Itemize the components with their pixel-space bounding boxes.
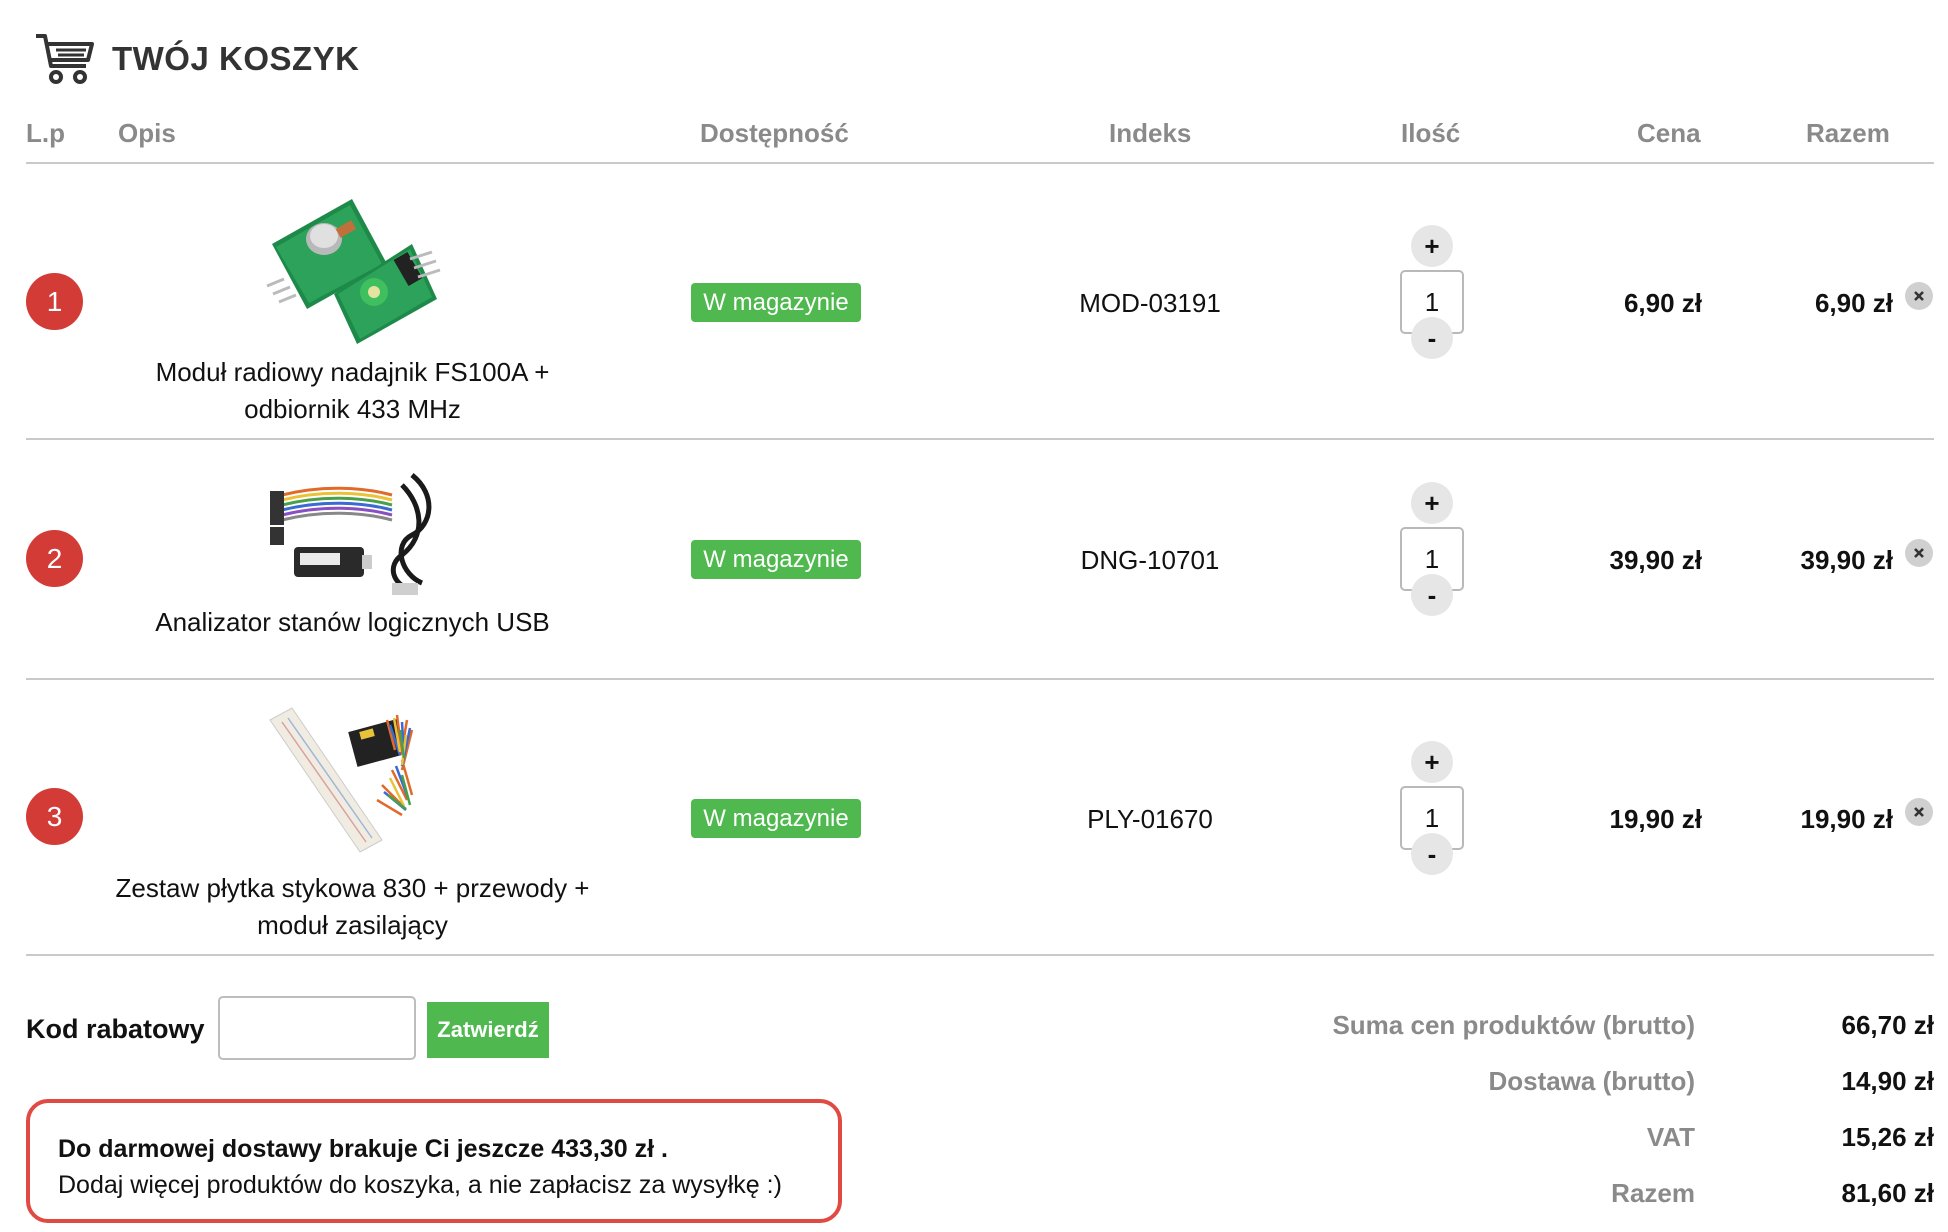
row-number-badge: 3 — [26, 788, 83, 845]
line-total: 39,90 zł — [1800, 545, 1893, 575]
column-header-opis: Opis — [118, 118, 176, 148]
qty-decrease-button[interactable]: - — [1411, 833, 1453, 875]
product-image-radio-module[interactable] — [262, 184, 442, 354]
stock-status-badge: W magazynie — [691, 283, 861, 322]
qty-increase-button[interactable]: + — [1411, 225, 1453, 267]
free-shipping-remaining-text: Do darmowej dostawy brakuje Ci jeszcze 4… — [58, 1135, 668, 1163]
row-number-badge: 1 — [26, 273, 83, 330]
remove-item-button[interactable] — [1905, 282, 1933, 310]
free-shipping-hint-text: Dodaj więcej produktów do koszyka, a nie… — [58, 1171, 782, 1199]
column-header-lp: L.p — [26, 118, 65, 148]
close-icon — [1914, 291, 1924, 301]
remove-item-button[interactable] — [1905, 539, 1933, 567]
product-sku: DNG-10701 — [1080, 545, 1220, 575]
row-number-badge: 2 — [26, 530, 83, 587]
qty-increase-button[interactable]: + — [1411, 482, 1453, 524]
qty-increase-button[interactable]: + — [1411, 741, 1453, 783]
summary-value-products: 66,70 zł — [1841, 1010, 1934, 1040]
summary-value-vat: 15,26 zł — [1841, 1122, 1934, 1152]
close-icon — [1914, 548, 1924, 558]
close-icon — [1914, 807, 1924, 817]
cart-row: 2 Analizator stanów logicznych USB W mag… — [0, 440, 1948, 678]
product-image-breadboard-kit[interactable] — [262, 700, 442, 860]
summary-label-products: Suma cen produktów (brutto) — [1332, 1010, 1695, 1040]
product-name-link[interactable]: Zestaw płytka stykowa 830 + przewody + m… — [100, 870, 605, 944]
product-sku: PLY-01670 — [1087, 804, 1213, 834]
cart-header: TWÓJ KOSZYK — [34, 30, 360, 88]
qty-decrease-button[interactable]: - — [1411, 574, 1453, 616]
column-header-cena: Cena — [1637, 118, 1701, 148]
line-total: 19,90 zł — [1800, 804, 1893, 834]
product-sku: MOD-03191 — [1079, 288, 1221, 318]
product-name-link[interactable]: Analizator stanów logicznych USB — [100, 604, 605, 641]
summary-value-total: 81,60 zł — [1841, 1178, 1934, 1208]
column-header-dostepnosc: Dostępność — [700, 118, 849, 148]
apply-coupon-button[interactable]: Zatwierdź — [427, 1002, 549, 1058]
stock-status-badge: W magazynie — [691, 799, 861, 838]
stock-status-badge: W magazynie — [691, 540, 861, 579]
column-header-razem: Razem — [1806, 118, 1890, 148]
unit-price: 39,90 zł — [1609, 545, 1702, 575]
line-total: 6,90 zł — [1814, 288, 1893, 318]
column-header-ilosc: Ilość — [1401, 118, 1461, 148]
column-header-indeks: Indeks — [1109, 118, 1192, 148]
page-title: TWÓJ KOSZYK — [112, 40, 360, 77]
coupon-code-input[interactable] — [218, 996, 416, 1060]
summary-label-total: Razem — [1611, 1178, 1695, 1208]
product-image-logic-analyzer[interactable] — [262, 465, 442, 605]
coupon-label: Kod rabatowy — [26, 1014, 205, 1044]
product-name-link[interactable]: Moduł radiowy nadajnik FS100A + odbiorni… — [100, 354, 605, 428]
free-shipping-notice: Do darmowej dostawy brakuje Ci jeszcze 4… — [26, 1099, 842, 1223]
divider — [26, 954, 1934, 956]
unit-price: 6,90 zł — [1623, 288, 1702, 318]
remove-item-button[interactable] — [1905, 798, 1933, 826]
cart-icon — [36, 34, 94, 84]
cart-row: 3 Zestaw płytka stykowa 830 + przewody +… — [0, 680, 1948, 954]
summary-label-shipping: Dostawa (brutto) — [1488, 1066, 1695, 1096]
unit-price: 19,90 zł — [1609, 804, 1702, 834]
summary-label-vat: VAT — [1646, 1122, 1695, 1152]
qty-decrease-button[interactable]: - — [1411, 317, 1453, 359]
cart-row: 1 Moduł radiowy nadajnik FS100A + odbior… — [0, 164, 1948, 438]
summary-value-shipping: 14,90 zł — [1841, 1066, 1934, 1096]
